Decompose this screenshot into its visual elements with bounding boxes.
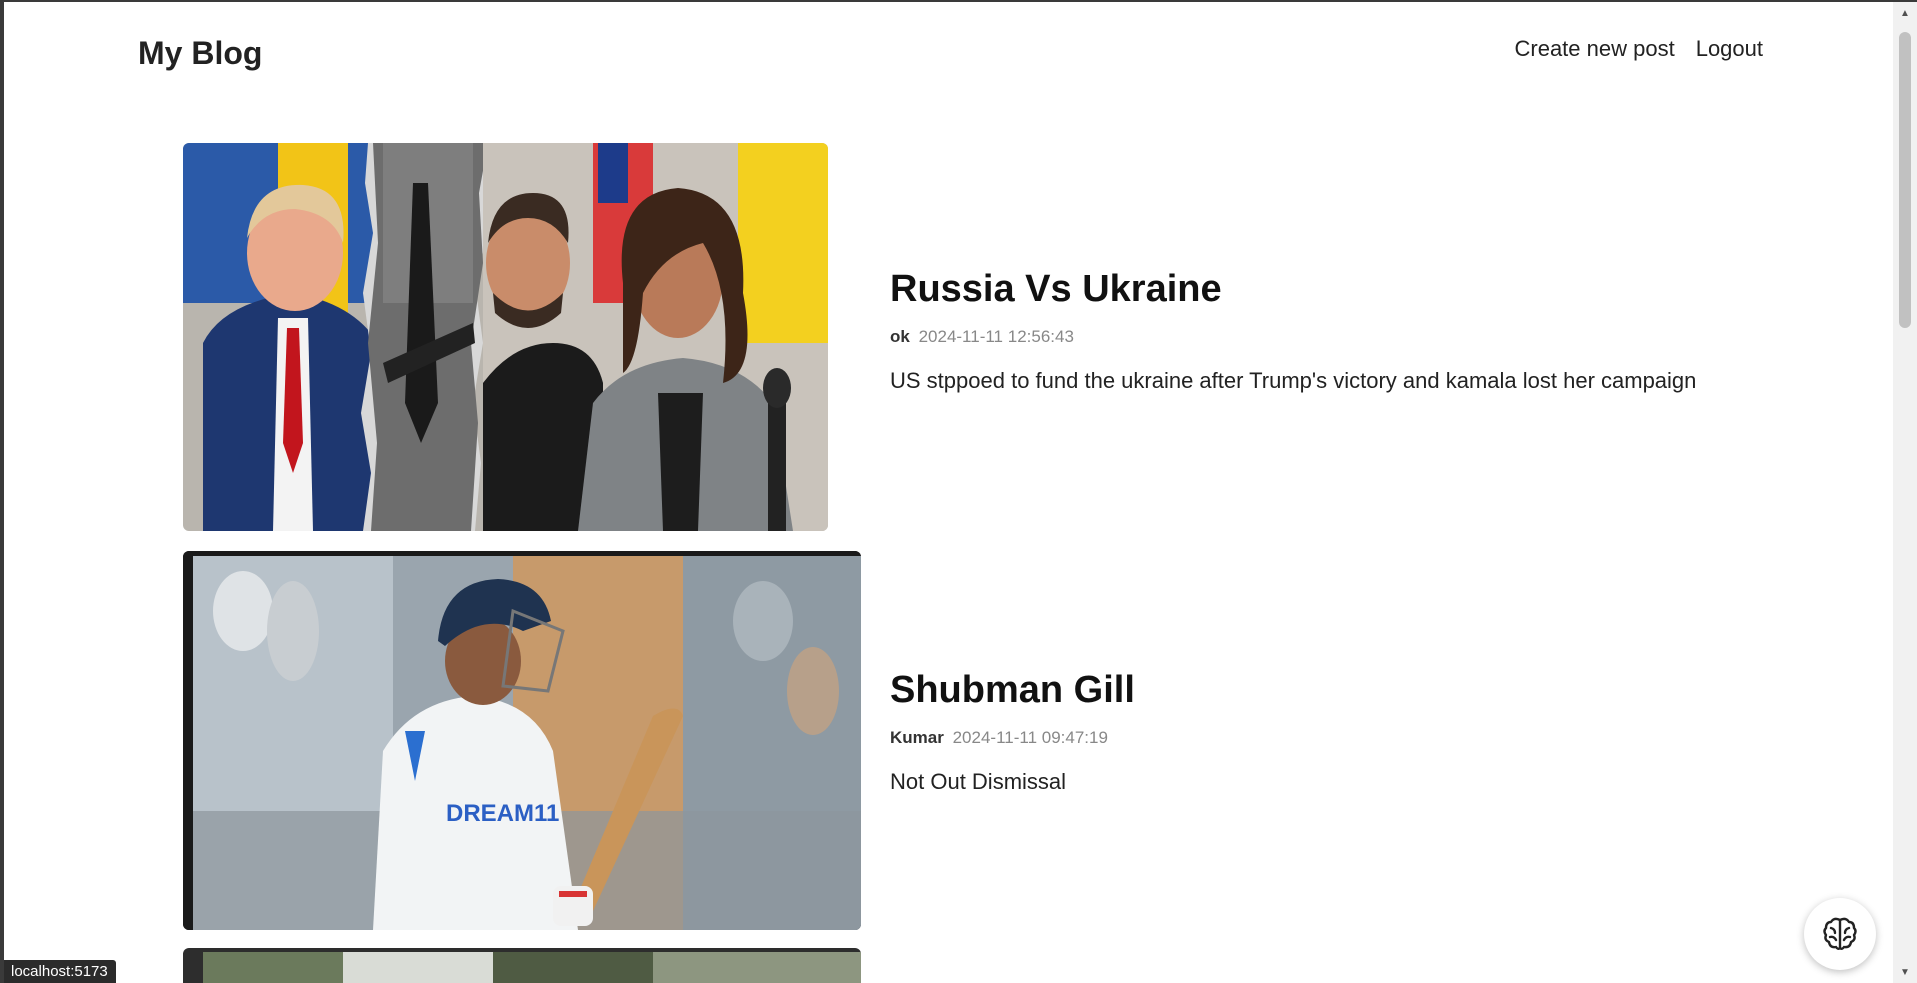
site-header: My Blog Create new post Logout: [4, 2, 1893, 102]
post-image[interactable]: [183, 948, 861, 983]
post-summary: US stppoed to fund the ukraine after Tru…: [890, 368, 1697, 393]
post-image[interactable]: DREAM11: [183, 551, 861, 930]
post-card: DREAM11 Shubman Gill Kumar 2024-11-11 09…: [183, 551, 1743, 931]
scroll-up-icon[interactable]: ▲: [1893, 4, 1917, 22]
post-image[interactable]: [183, 143, 828, 531]
post-texts: Russia Vs Ukraine ok 2024-11-11 12:56:43…: [890, 267, 1696, 395]
svg-text:DREAM11: DREAM11: [446, 800, 559, 827]
assistant-button[interactable]: [1804, 898, 1876, 970]
post-info: ok 2024-11-11 12:56:43: [890, 327, 1696, 347]
post-photo-politics: [183, 143, 828, 531]
post-texts: Shubman Gill Kumar 2024-11-11 09:47:19 N…: [890, 668, 1135, 796]
scroll-down-icon[interactable]: ▼: [1893, 963, 1917, 981]
post-author[interactable]: Kumar: [890, 728, 944, 747]
post-time: 2024-11-11 12:56:43: [918, 327, 1074, 346]
post-photo-cricket: DREAM11: [183, 551, 861, 930]
post-photo-partial: [183, 948, 861, 983]
brain-icon: [1823, 917, 1857, 950]
post-info: Kumar 2024-11-11 09:47:19: [890, 728, 1135, 748]
site-logo[interactable]: My Blog: [138, 35, 262, 72]
post-summary: Not Out Dismissal: [890, 769, 1067, 794]
scrollbar-thumb[interactable]: [1899, 32, 1911, 328]
top-nav: Create new post Logout: [1515, 36, 1764, 62]
post-time: 2024-11-11 09:47:19: [952, 728, 1108, 747]
post-title[interactable]: Shubman Gill: [890, 668, 1135, 712]
page-viewport: My Blog Create new post Logout Russia Vs…: [4, 2, 1893, 983]
post-card: [183, 948, 1743, 983]
logout-link[interactable]: Logout: [1696, 36, 1763, 62]
create-post-link[interactable]: Create new post: [1515, 36, 1675, 62]
post-title[interactable]: Russia Vs Ukraine: [890, 267, 1696, 311]
status-url: localhost:5173: [4, 960, 116, 983]
post-author[interactable]: ok: [890, 327, 910, 346]
vertical-scrollbar[interactable]: ▲ ▼: [1893, 2, 1917, 983]
post-card: Russia Vs Ukraine ok 2024-11-11 12:56:43…: [183, 143, 1743, 532]
